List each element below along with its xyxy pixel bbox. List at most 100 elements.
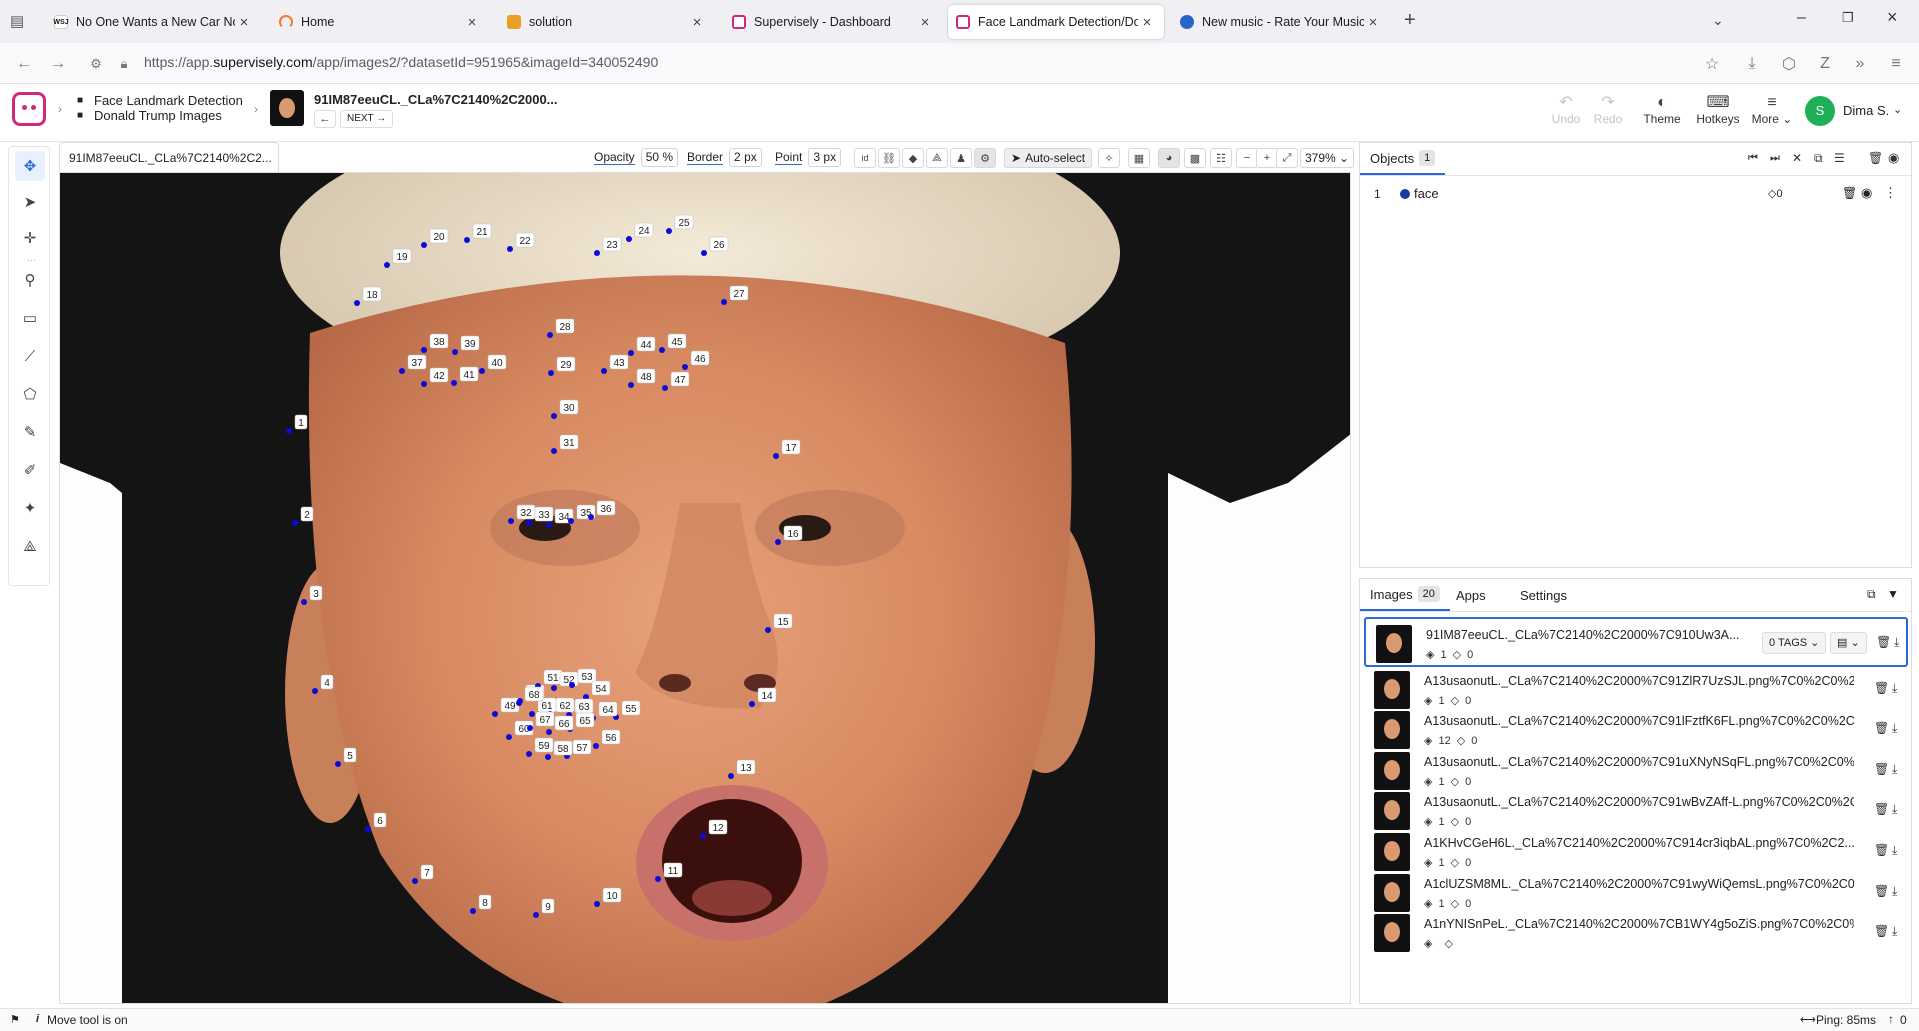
next-image-button[interactable]: NEXT → — [340, 110, 394, 128]
browser-tab-solution[interactable]: solution × — [499, 5, 714, 39]
landmark-point[interactable] — [588, 514, 594, 520]
image-actions-dropdown[interactable]: ▤ ⌄ — [1830, 632, 1867, 654]
landmark-point[interactable] — [551, 413, 557, 419]
image-list-item[interactable]: 91IM87eeuCL._CLa%7C2140%2C2000%7C910Uw3A… — [1364, 617, 1908, 667]
landmark-point[interactable] — [749, 701, 755, 707]
zoom-out-icon[interactable]: − — [1236, 148, 1258, 168]
landmark-point[interactable] — [626, 236, 632, 242]
forward-icon[interactable]: → — [46, 52, 70, 76]
browser-tab-rym[interactable]: New music - Rate Your Music × — [1172, 5, 1390, 39]
keypoints-tool-icon[interactable]: ⚲ — [15, 265, 45, 295]
landmark-point[interactable] — [286, 428, 292, 434]
user-name[interactable]: Dima S. — [1843, 103, 1889, 118]
objects-tab[interactable]: Objects 1 — [1360, 143, 1446, 175]
breadcrumb-project[interactable]: Face Landmark Detection — [94, 93, 243, 108]
move-tool-icon[interactable]: ✥ — [15, 151, 45, 181]
point-input[interactable]: 3 px — [808, 148, 842, 167]
magic-wand-icon[interactable]: ✧ — [1098, 148, 1120, 168]
close-tab-icon[interactable]: × — [235, 14, 253, 31]
landmark-point[interactable] — [594, 250, 600, 256]
landmark-point[interactable] — [655, 876, 661, 882]
filter-list-icon[interactable]: ☷ — [1210, 148, 1232, 168]
landmark-point[interactable] — [545, 754, 551, 760]
delete-image-icon[interactable]: 🗑︎ — [1874, 843, 1889, 857]
delete-image-icon[interactable]: 🗑︎ — [1874, 762, 1889, 776]
download-image-icon[interactable]: ⤓ — [1892, 802, 1897, 817]
user-menu-chevron-icon[interactable]: ⌄ — [1893, 103, 1902, 116]
close-tab-icon[interactable]: × — [916, 14, 934, 31]
delete-image-icon[interactable]: 🗑︎ — [1874, 924, 1889, 938]
landmark-point[interactable] — [546, 729, 552, 735]
border-control[interactable]: Border 2 px — [687, 148, 762, 167]
app-menu-icon[interactable]: ≡ — [1884, 52, 1908, 76]
landmark-point[interactable] — [662, 385, 668, 391]
image-viewport[interactable]: 12345678 91011121314151617181920 2122 23242… — [60, 173, 1351, 1004]
back-icon[interactable]: ← — [12, 52, 36, 76]
pan-tool-icon[interactable]: ✛ — [15, 223, 45, 253]
landmark-point[interactable] — [728, 773, 734, 779]
landmark-point[interactable] — [506, 734, 512, 740]
landmark-point[interactable] — [529, 711, 535, 717]
landmark-point[interactable] — [301, 599, 307, 605]
bookmark-star-icon[interactable]: ☆ — [1700, 52, 1724, 76]
show-id-icon[interactable]: id — [854, 148, 876, 168]
extensions-icon[interactable]: ⬡ — [1777, 52, 1801, 76]
filter-icon[interactable]: ☰ — [1834, 151, 1845, 165]
landmark-point[interactable] — [527, 725, 533, 731]
landmark-point[interactable] — [464, 237, 470, 243]
close-tab-icon[interactable]: × — [688, 14, 706, 31]
landmark-point[interactable] — [365, 826, 371, 832]
landmark-point[interactable] — [628, 382, 634, 388]
landmark-point[interactable] — [551, 448, 557, 454]
landmark-point[interactable] — [547, 332, 553, 338]
tags-dropdown-button[interactable]: 0 TAGS ⌄ — [1762, 632, 1827, 654]
new-tab-icon[interactable]: + — [1404, 9, 1416, 32]
annotation-canvas[interactable]: 1 2 3 4 5 6 7 8 9 10 11 12 13 14 15 16 17 18 19 20 21 22 23 24 2… — [59, 172, 1351, 1004]
landmark-point[interactable] — [551, 685, 557, 691]
landmark-point[interactable] — [659, 347, 665, 353]
close-tab-icon[interactable]: × — [1364, 14, 1382, 31]
object-row[interactable]: 1 face ◇0 🗑︎ ◉ ⋮ — [1360, 183, 1911, 207]
delete-image-icon[interactable]: 🗑︎ — [1874, 721, 1889, 735]
graph-icon[interactable]: ⟁ — [926, 148, 948, 168]
hotkeys-button[interactable]: ⌨ Hotkeys — [1692, 94, 1744, 126]
landmark-point[interactable] — [479, 368, 485, 374]
list-tabs-chevron-icon[interactable]: ⌄ — [1712, 12, 1724, 29]
supervisely-logo-icon[interactable] — [12, 92, 46, 126]
minimize-icon[interactable]: – — [1797, 9, 1806, 27]
browser-tab-wsj[interactable]: WSJ No One Wants a New Car Now. × — [46, 5, 261, 39]
download-image-icon[interactable]: ⤓ — [1892, 924, 1897, 939]
apps-tab[interactable]: Apps — [1446, 579, 1496, 611]
more-button[interactable]: ≡ More ⌄ — [1746, 94, 1798, 126]
landmark-point[interactable] — [452, 349, 458, 355]
settings-icon[interactable]: ⚙ — [974, 148, 996, 168]
close-tab-icon[interactable]: × — [463, 14, 481, 31]
landmark-point[interactable] — [354, 300, 360, 306]
point-control[interactable]: Point 3 px — [775, 148, 842, 167]
settings-tab[interactable]: Settings — [1510, 579, 1577, 611]
images-tab[interactable]: Images 20 — [1360, 579, 1450, 611]
tag-icon[interactable]: ◆ — [902, 148, 924, 168]
landmark-point[interactable] — [775, 539, 781, 545]
landmark-point[interactable] — [594, 901, 600, 907]
zoom-in-icon[interactable]: + — [1256, 148, 1278, 168]
landmark-point[interactable] — [516, 700, 522, 706]
smart-tool-icon[interactable]: ✦ — [15, 493, 45, 523]
landmark-point[interactable] — [526, 751, 532, 757]
delete-image-icon[interactable]: 🗑︎ — [1876, 635, 1891, 649]
checkerboard-icon[interactable]: ▩ — [1184, 148, 1206, 168]
delete-image-icon[interactable]: 🗑︎ — [1874, 884, 1889, 898]
landmark-point[interactable] — [335, 761, 341, 767]
theme-button[interactable]: ◐ Theme — [1636, 94, 1688, 126]
visibility-icon[interactable]: ◉ — [1888, 150, 1899, 166]
download-image-icon[interactable]: ⤓ — [1892, 843, 1897, 858]
fit-screen-icon[interactable]: ⤢ — [1276, 148, 1298, 168]
object-more-icon[interactable]: ⋮ — [1884, 185, 1897, 201]
landmark-point[interactable] — [421, 347, 427, 353]
auto-select-toggle[interactable]: ➤ Auto-select — [1004, 148, 1093, 168]
landmark-point[interactable] — [451, 380, 457, 386]
color-mode-icon[interactable]: ◕ — [1158, 148, 1180, 168]
landmark-point[interactable] — [508, 518, 514, 524]
image-tab[interactable]: 91IM87eeuCL._CLa%7C2140%2C2... — [59, 142, 279, 172]
opacity-input[interactable]: 50 % — [640, 148, 679, 167]
